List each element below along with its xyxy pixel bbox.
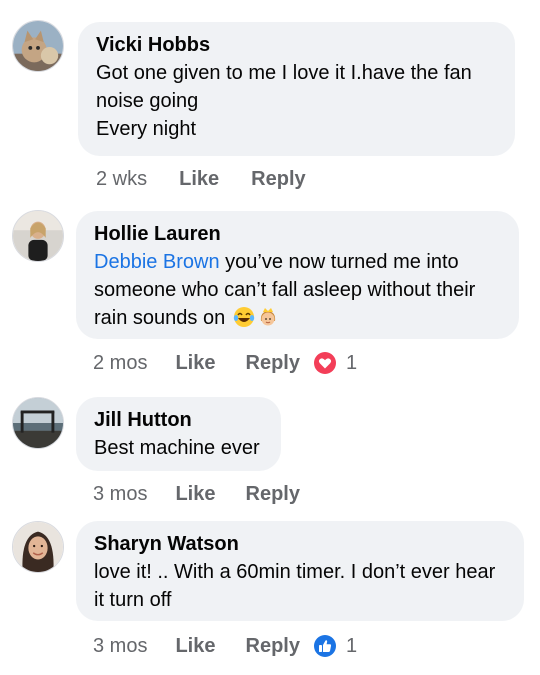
comment-timestamp[interactable]: 3 mos	[93, 483, 147, 506]
reaction-summary[interactable]: 1	[313, 634, 358, 658]
reply-button[interactable]: Reply	[246, 635, 300, 658]
landscape-avatar-icon	[13, 398, 63, 448]
love-reaction-icon	[313, 352, 336, 374]
avatar[interactable]	[12, 521, 64, 573]
comment-actions: 3 mos Like Reply 1	[93, 631, 357, 661]
comment-author[interactable]: Sharyn Watson	[94, 531, 506, 558]
reaction-summary[interactable]: 1	[313, 351, 358, 375]
comment-text-line: noise going	[96, 90, 199, 112]
comment-actions: 2 wks Like Reply	[96, 164, 306, 194]
comment-bubble: Sharyn Watson love it! .. With a 60min t…	[76, 521, 524, 621]
like-button[interactable]: Like	[175, 635, 215, 658]
comment-text-line: love it! .. With a 60min timer. I don’t …	[94, 561, 496, 583]
like-button[interactable]: Like	[179, 168, 219, 191]
comment-text: you’ve now turned me into	[219, 251, 459, 273]
comment-text-line: Best machine ever	[94, 437, 260, 459]
person-avatar-icon	[13, 522, 63, 572]
comment-author[interactable]: Hollie Lauren	[94, 221, 501, 248]
comment-text-line: it turn off	[94, 589, 172, 611]
cat-avatar-icon	[13, 21, 63, 71]
reaction-count: 1	[345, 351, 358, 374]
comment-timestamp[interactable]: 2 wks	[96, 168, 147, 191]
avatar[interactable]	[12, 210, 64, 262]
laughing-tears-emoji-icon	[233, 307, 254, 327]
comment-bubble: Jill Hutton Best machine ever	[76, 397, 281, 471]
reaction-count: 1	[345, 634, 358, 657]
reply-button[interactable]: Reply	[251, 168, 305, 191]
comment-text-line: Debbie Brown you’ve now turned me into	[94, 248, 501, 276]
mention-link[interactable]: Debbie Brown	[94, 251, 220, 273]
comment-text-line: rain sounds on	[94, 304, 501, 332]
reply-button[interactable]: Reply	[246, 483, 300, 506]
comment-text: rain sounds on	[94, 307, 231, 329]
like-button[interactable]: Like	[175, 483, 215, 506]
comment-timestamp[interactable]: 2 mos	[93, 352, 147, 375]
comment-author[interactable]: Jill Hutton	[94, 407, 263, 434]
comment-actions: 3 mos Like Reply	[93, 479, 300, 509]
comment-author[interactable]: Vicki Hobbs	[96, 32, 497, 59]
reply-button[interactable]: Reply	[246, 352, 300, 375]
comment-actions: 2 mos Like Reply 1	[93, 348, 357, 378]
comment-bubble: Vicki Hobbs Got one given to me I love i…	[78, 22, 515, 156]
comment-text-line: someone who can’t fall asleep without th…	[94, 279, 476, 301]
comment-timestamp[interactable]: 3 mos	[93, 635, 147, 658]
avatar[interactable]	[12, 397, 64, 449]
comment-bubble: Hollie Lauren Debbie Brown you’ve now tu…	[76, 211, 519, 339]
avatar[interactable]	[12, 20, 64, 72]
like-reaction-icon	[313, 635, 336, 657]
comment-text-line: Every night	[96, 118, 197, 140]
like-button[interactable]: Like	[175, 352, 215, 375]
person-avatar-icon	[13, 211, 63, 261]
princess-emoji-icon	[260, 308, 275, 326]
comment-text-line: Got one given to me I love it I.have the…	[96, 62, 472, 84]
